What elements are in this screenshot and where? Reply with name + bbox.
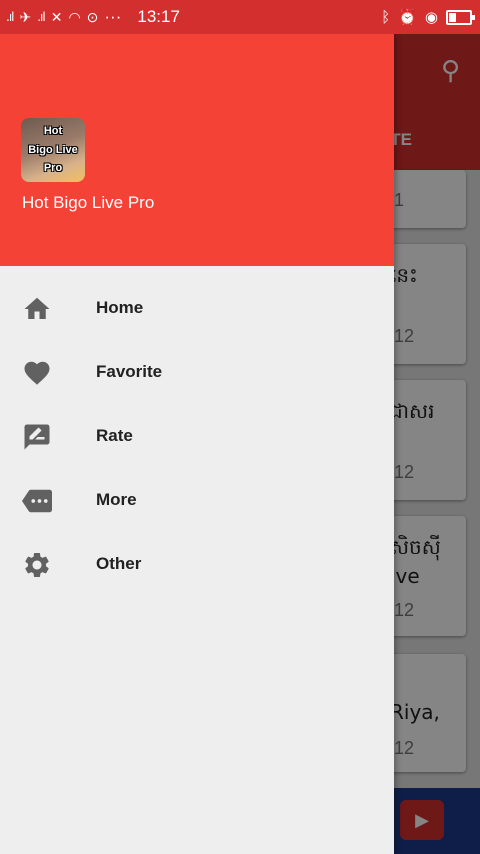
- app-notification-icon: ✕: [50, 8, 63, 25]
- battery-icon: [446, 9, 475, 25]
- status-bar: .ıl ✈ .ıl ✕ ◠ ⊙ ··· 13:17 ᛒ ⏰ ◉: [0, 0, 480, 34]
- menu-item-label: Favorite: [96, 362, 163, 381]
- bluetooth-icon: ᛒ: [381, 8, 391, 26]
- logo-text-line: Bigo Live: [28, 144, 78, 156]
- menu-item-label: Rate: [96, 426, 133, 445]
- logo-text-line: Pro: [43, 162, 63, 174]
- menu-item-more[interactable]: More: [0, 470, 394, 534]
- drawer-menu: Home Favorite Rate More Other: [0, 278, 394, 598]
- menu-item-other[interactable]: Other: [0, 534, 394, 598]
- more-icon: [22, 486, 52, 516]
- more-notifications-icon: ···: [104, 7, 122, 26]
- alarm-icon: ⏰: [398, 8, 417, 26]
- home-icon: [22, 294, 52, 324]
- app-logo: Hot Bigo Live Pro: [21, 118, 85, 182]
- eye-icon: ◉: [424, 8, 438, 26]
- menu-item-label: Home: [96, 298, 144, 317]
- wifi-icon: ◠: [68, 8, 81, 25]
- logo-text-line: Hot: [43, 125, 63, 137]
- heart-icon: [22, 358, 52, 388]
- carrier-icon: ✈: [19, 8, 32, 25]
- menu-item-label: Other: [96, 554, 142, 573]
- gear-icon: [22, 550, 52, 580]
- menu-item-favorite[interactable]: Favorite: [0, 342, 394, 406]
- navigation-drawer: Hot Bigo Live Pro Hot Bigo Live Pro Home…: [0, 34, 394, 854]
- menu-item-home[interactable]: Home: [0, 278, 394, 342]
- clock: 13:17: [137, 7, 180, 26]
- app-name: Hot Bigo Live Pro: [22, 193, 155, 212]
- sync-icon: ⊙: [86, 8, 99, 25]
- menu-item-rate[interactable]: Rate: [0, 406, 394, 470]
- signal-icon: .ıl: [6, 10, 15, 24]
- drawer-header: Hot Bigo Live Pro Hot Bigo Live Pro: [0, 34, 394, 266]
- rate-review-icon: [22, 422, 52, 452]
- menu-item-label: More: [96, 490, 137, 509]
- signal-icon-2: .ıl: [37, 10, 46, 24]
